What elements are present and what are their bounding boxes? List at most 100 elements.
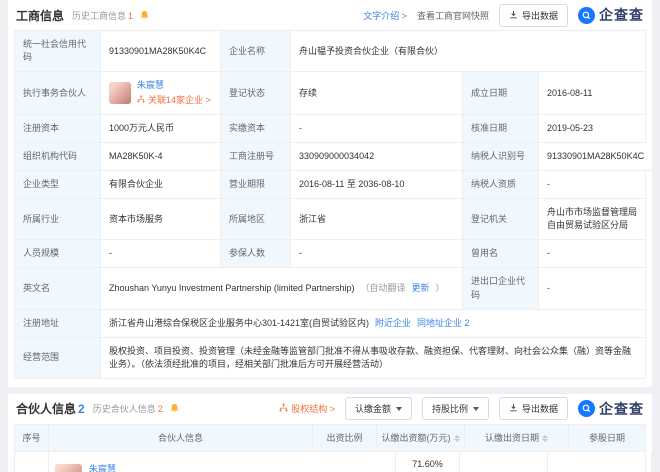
business-info-table: 统一社会信用代码 91330901MA28K50K4C 企业名称 舟山韫予投资合… bbox=[14, 30, 646, 379]
auto-translate-note: （自动翻译 bbox=[360, 282, 405, 295]
download-icon bbox=[509, 403, 518, 414]
table-row: 统一社会信用代码 91330901MA28K50K4C 企业名称 舟山韫予投资合… bbox=[15, 31, 645, 72]
business-term-value: 2016-08-11 至 2036-08-10 bbox=[291, 171, 463, 199]
join-date-value: - bbox=[652, 452, 660, 472]
field-label: 纳税人资质 bbox=[463, 171, 539, 199]
table-row: 注册资本 1000万元人民币 实缴资本 - 核准日期 2019-05-23 bbox=[15, 115, 645, 143]
field-label: 企业类型 bbox=[15, 171, 101, 199]
address-cell: 浙江省舟山港综合保税区企业服务中心301-1421室(自贸试验区内) 附近企业 … bbox=[101, 310, 645, 338]
reg-no-value: 330909000034042 bbox=[291, 143, 463, 171]
reg-status-value: 存续 bbox=[291, 72, 463, 115]
english-name-value: Zhoushan Yunyu Investment Partnership (l… bbox=[109, 282, 354, 295]
industry-value: 资本市场服务 bbox=[101, 199, 221, 240]
column-header-info: 合伙人信息 bbox=[49, 425, 313, 453]
column-header-ratio: 出资比例 bbox=[313, 425, 377, 453]
staff-size-value: - bbox=[101, 240, 221, 268]
insured-count-value: - bbox=[291, 240, 463, 268]
former-name-value: - bbox=[539, 240, 645, 268]
row-number: 1 bbox=[15, 452, 49, 472]
partner-name-link[interactable]: 朱宸慧 bbox=[137, 79, 211, 92]
credit-code-value: 91330901MA28K50K4C bbox=[101, 31, 221, 72]
approval-date-value: 2019-05-23 bbox=[539, 115, 645, 143]
download-icon bbox=[509, 10, 518, 21]
section-title: 合伙人信息2 bbox=[16, 400, 85, 417]
field-label: 注册地址 bbox=[15, 310, 101, 338]
official-snapshot-link[interactable]: 查看工商官网快照 bbox=[417, 9, 489, 22]
table-row: 组织机构代码 MA28K50K-4 工商注册号 330909000034042 … bbox=[15, 143, 645, 171]
equity-structure-icon bbox=[279, 403, 288, 414]
chevron-down-icon bbox=[396, 407, 402, 411]
import-export-code-value: - bbox=[539, 268, 645, 309]
paid-capital-value: - bbox=[291, 115, 463, 143]
chevron-down-icon bbox=[473, 407, 479, 411]
field-label: 参保人数 bbox=[221, 240, 291, 268]
ratio-value: 71.60% bbox=[412, 458, 443, 471]
field-label: 登记机关 bbox=[463, 199, 539, 240]
field-label: 注册资本 bbox=[15, 115, 101, 143]
sort-icon bbox=[542, 435, 548, 442]
ratio-cell: 71.60% 持股详情 > bbox=[396, 452, 460, 472]
bell-icon[interactable] bbox=[169, 403, 180, 414]
field-label: 核准日期 bbox=[463, 115, 539, 143]
qichacha-logo-icon bbox=[578, 7, 595, 24]
history-partners-link[interactable]: 历史合伙人信息2 bbox=[93, 402, 163, 415]
partners-count: 2 bbox=[78, 402, 85, 416]
business-info-header: 工商信息 历史工商信息1 文字介绍 > 查看工商官网快照 导出数据 企查查 bbox=[14, 0, 646, 30]
partner-row: 1 朱宸慧 执行事务合伙人 实际控制人 最终受益人 有股权冻结 关联14家企业 … bbox=[15, 452, 645, 472]
related-companies-link[interactable]: 关联14家企业 > bbox=[137, 94, 211, 107]
equity-structure-link[interactable]: 股权结构 > bbox=[279, 402, 335, 415]
taxpayer-quality-value: - bbox=[539, 171, 645, 199]
table-row: 人员规模 - 参保人数 - 曾用名 - bbox=[15, 240, 645, 268]
table-row: 注册地址 浙江省舟山港综合保税区企业服务中心301-1421室(自贸试验区内) … bbox=[15, 310, 645, 338]
field-label: 统一社会信用代码 bbox=[15, 31, 101, 72]
qichacha-logo: 企查查 bbox=[578, 399, 644, 419]
text-intro-link[interactable]: 文字介绍 > bbox=[363, 9, 407, 22]
field-label: 实缴资本 bbox=[221, 115, 291, 143]
field-label: 营业期限 bbox=[221, 171, 291, 199]
field-label: 人员规模 bbox=[15, 240, 101, 268]
partners-table: 序号 合伙人信息 出资比例 认缴出资额(万元) 认缴出资日期 参股日期 1 朱宸… bbox=[14, 424, 646, 472]
partner-info-cell: 朱宸慧 执行事务合伙人 实际控制人 最终受益人 有股权冻结 关联14家企业 > bbox=[49, 452, 396, 472]
same-address-companies-link[interactable]: 同地址企业 2 bbox=[417, 317, 470, 330]
field-label: 成立日期 bbox=[463, 72, 539, 115]
est-date-value: 2016-08-11 bbox=[539, 72, 645, 115]
company-type-value: 有限合伙企业 bbox=[101, 171, 221, 199]
field-label: 经营范围 bbox=[15, 338, 101, 379]
nearby-companies-link[interactable]: 附近企业 bbox=[375, 317, 411, 330]
sort-icon bbox=[454, 435, 460, 442]
field-label: 组织机构代码 bbox=[15, 143, 101, 171]
company-name-value: 舟山韫予投资合伙企业（有限合伙） bbox=[291, 31, 645, 72]
section-title: 工商信息 bbox=[16, 7, 64, 24]
shareholding-ratio-filter[interactable]: 持股比例 bbox=[422, 397, 489, 420]
field-label: 登记状态 bbox=[221, 72, 291, 115]
export-data-button[interactable]: 导出数据 bbox=[499, 397, 568, 420]
region-value: 浙江省 bbox=[291, 199, 463, 240]
update-translation-link[interactable]: 更新 bbox=[411, 282, 429, 295]
bell-icon[interactable] bbox=[139, 10, 150, 21]
avatar[interactable] bbox=[55, 464, 82, 472]
english-name-cell: Zhoushan Yunyu Investment Partnership (l… bbox=[101, 268, 463, 309]
subscribed-amount-filter[interactable]: 认缴金额 bbox=[345, 397, 412, 420]
business-scope-value: 股权投资、项目投资、投资管理（未经金融等监管部门批准不得从事吸收存款、融资担保、… bbox=[101, 338, 645, 379]
subscribe-date-value: - bbox=[548, 452, 652, 472]
table-row: 英文名 Zhoushan Yunyu Investment Partnershi… bbox=[15, 268, 645, 309]
field-label: 进出口企业代码 bbox=[463, 268, 539, 309]
partner-name-link[interactable]: 朱宸慧 bbox=[89, 464, 116, 472]
column-header-amount-sortable[interactable]: 认缴出资额(万元) bbox=[377, 425, 465, 453]
column-header-subscribe-date-sortable[interactable]: 认缴出资日期 bbox=[465, 425, 569, 453]
table-row: 经营范围 股权投资、项目投资、投资管理（未经金融等监管部门批准不得从事吸收存款、… bbox=[15, 338, 645, 379]
avatar[interactable] bbox=[109, 82, 131, 104]
column-header-no: 序号 bbox=[15, 425, 49, 453]
reg-authority-value: 舟山市市场监督管理局自由贸易试验区分局 bbox=[539, 199, 645, 240]
business-info-card: 工商信息 历史工商信息1 文字介绍 > 查看工商官网快照 导出数据 企查查 统一… bbox=[8, 0, 652, 387]
export-data-button[interactable]: 导出数据 bbox=[499, 4, 568, 27]
table-row: 企业类型 有限合伙企业 营业期限 2016-08-11 至 2036-08-10… bbox=[15, 171, 645, 199]
table-row: 执行事务合伙人 朱宸慧 关联14家企业 > 登记状态 存续 成立日期 2016-… bbox=[15, 72, 645, 115]
field-label: 曾用名 bbox=[463, 240, 539, 268]
managing-partner-cell: 朱宸慧 关联14家企业 > bbox=[101, 72, 221, 115]
partners-card: 合伙人信息2 历史合伙人信息2 股权结构 > 认缴金额 持股比例 导出数据 bbox=[8, 394, 652, 472]
field-label: 工商注册号 bbox=[221, 143, 291, 171]
field-label: 执行事务合伙人 bbox=[15, 72, 101, 115]
history-business-info-link[interactable]: 历史工商信息1 bbox=[72, 9, 133, 22]
partners-header: 合伙人信息2 历史合伙人信息2 股权结构 > 认缴金额 持股比例 导出数据 bbox=[14, 394, 646, 424]
